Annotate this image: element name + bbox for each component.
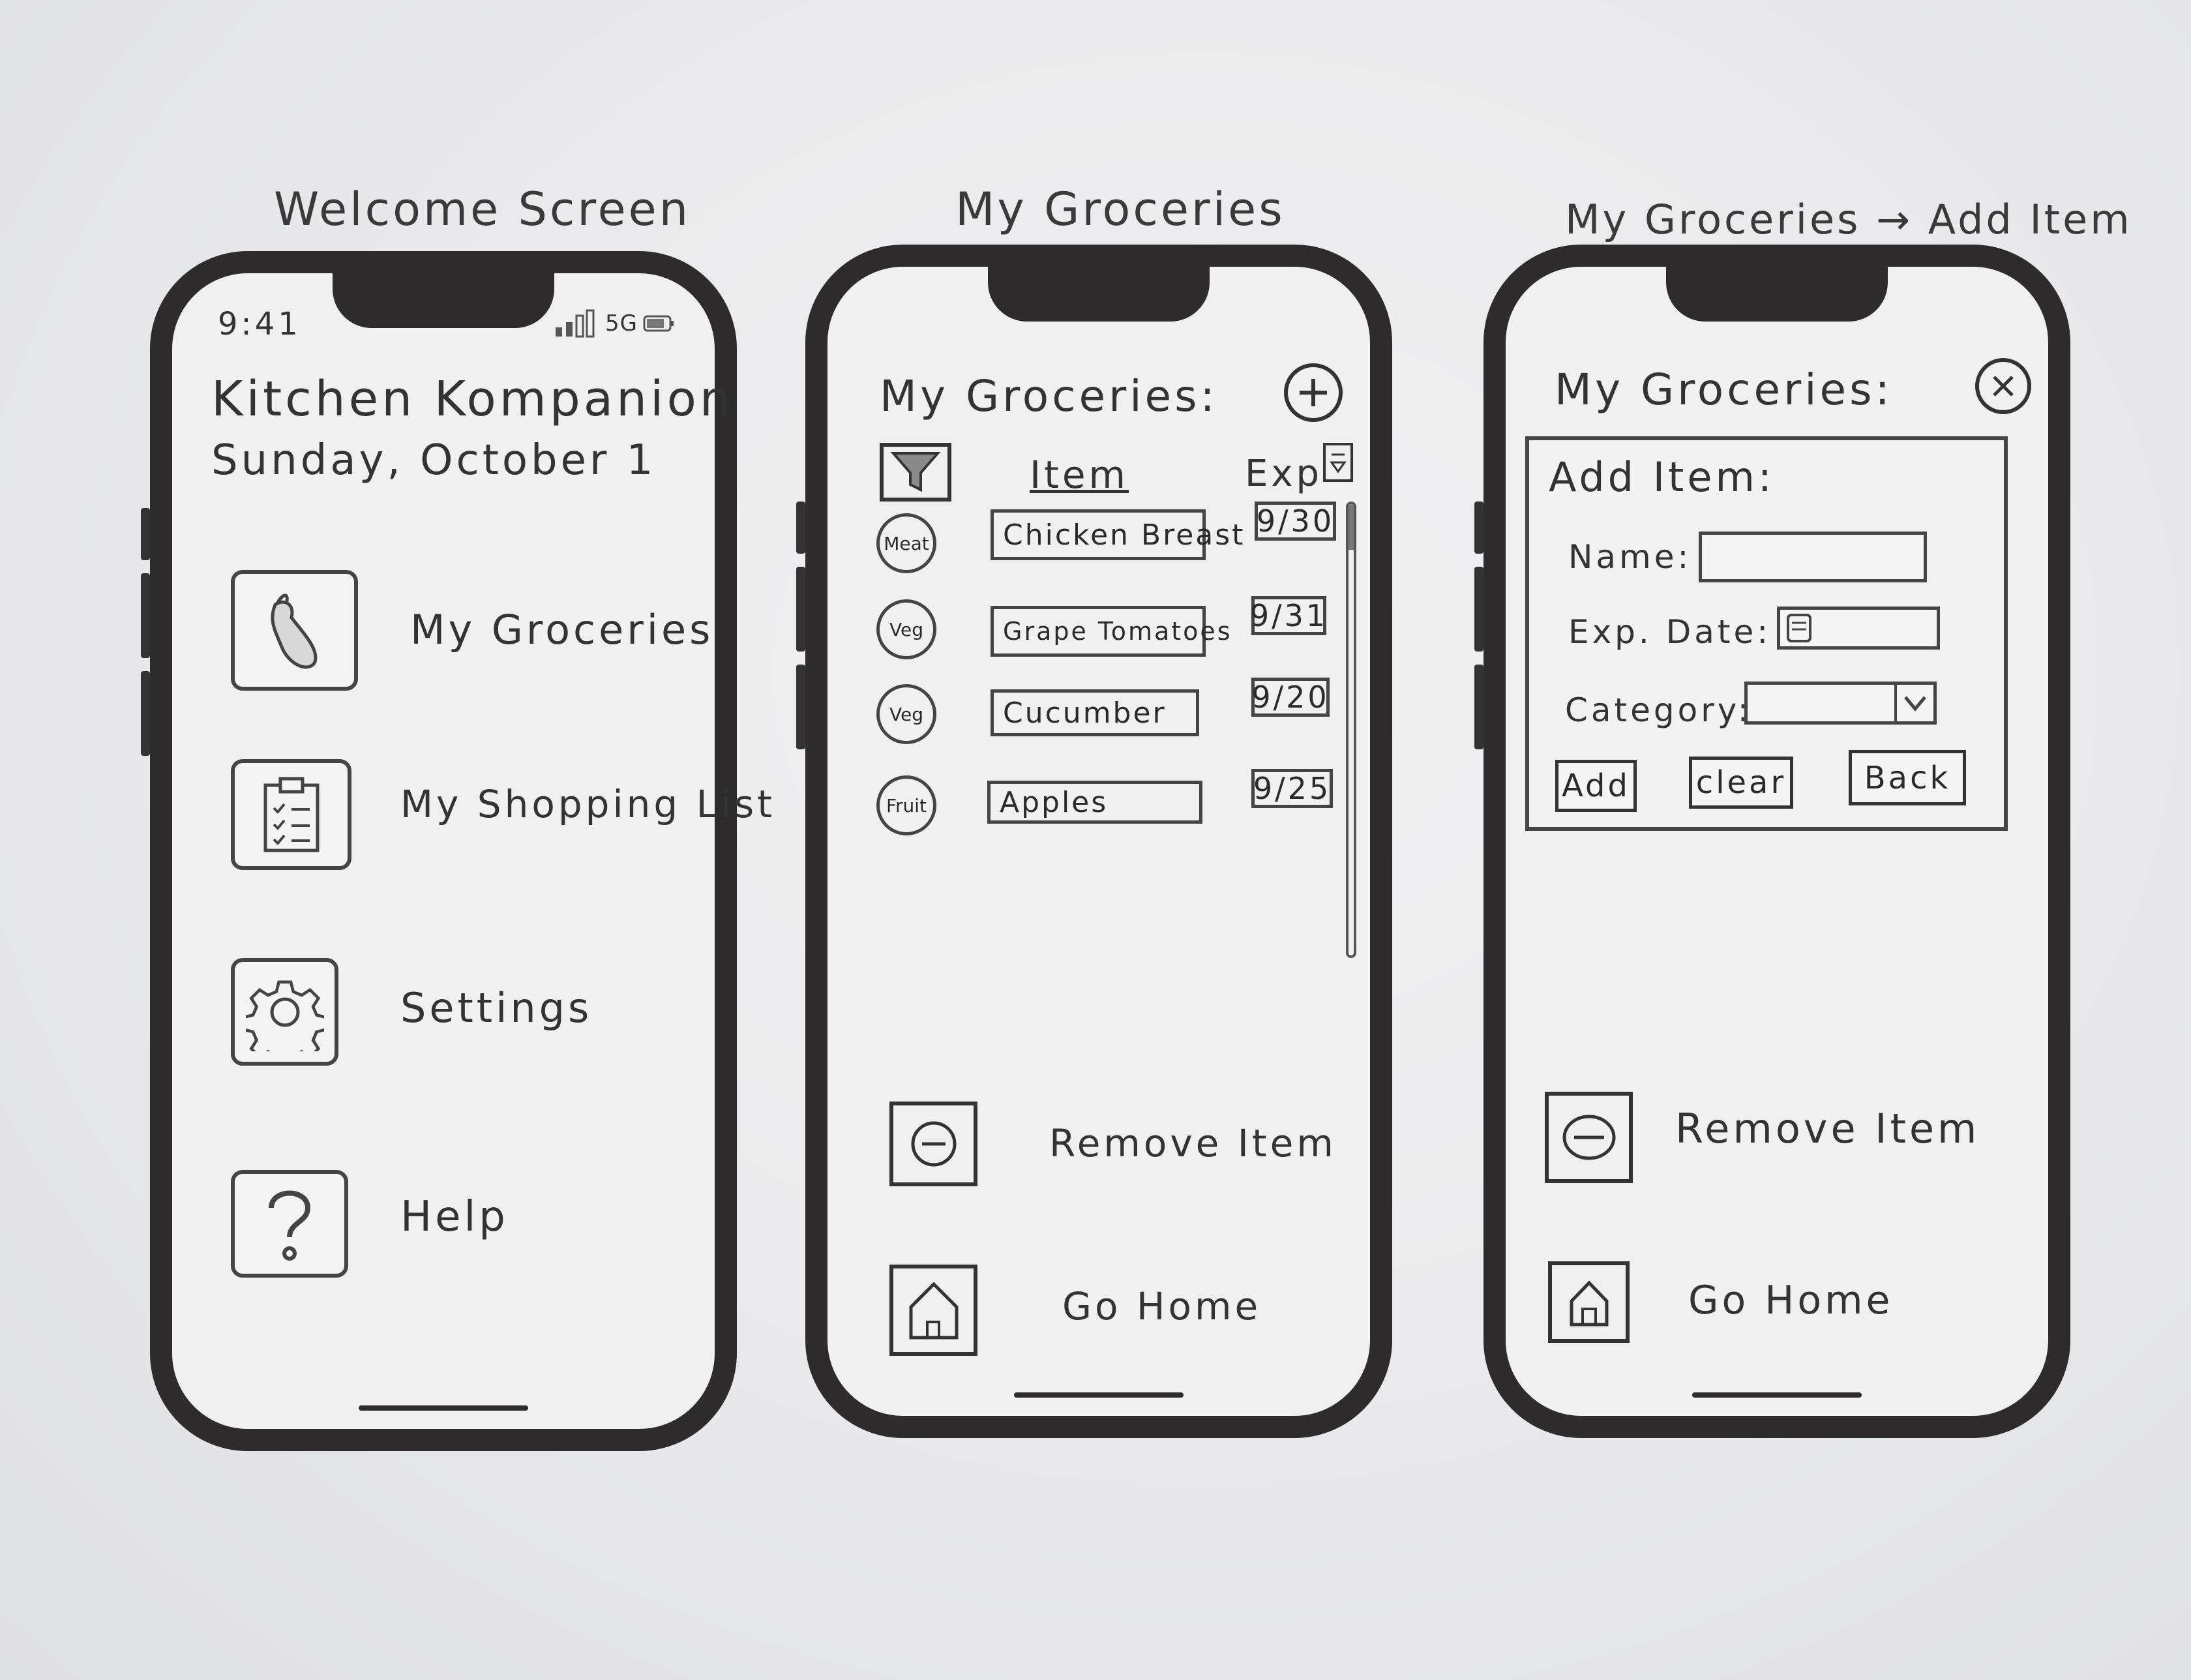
remove-item-button[interactable] (889, 1102, 977, 1186)
exp-date-label: Exp. Date: (1568, 613, 1772, 651)
my-groceries-button[interactable] (231, 570, 358, 691)
side-button (796, 502, 805, 554)
plus-icon (1300, 379, 1327, 406)
grocery-item-name[interactable]: Grape Tomatoes (991, 606, 1230, 657)
menu-label-shopping[interactable]: My Shopping List (400, 782, 775, 826)
remove-item-button[interactable] (1545, 1092, 1633, 1183)
app-title: Kitchen Kompanion (211, 371, 734, 427)
volume-up-button (141, 573, 150, 658)
eggplant-icon (270, 593, 317, 668)
home-indicator (359, 1405, 528, 1411)
minus-circle-icon (1562, 1115, 1615, 1160)
help-button[interactable] (231, 1170, 348, 1278)
dropdown-toggle[interactable] (1894, 685, 1933, 721)
scrollbar[interactable] (1346, 502, 1356, 958)
back-button[interactable]: Back (1849, 750, 1966, 805)
grocery-item-exp[interactable]: 9/20 (1251, 678, 1330, 717)
my-shopping-list-button[interactable] (231, 759, 351, 870)
question-icon (269, 1190, 311, 1261)
clipboard-icon (263, 777, 319, 852)
column-header-exp[interactable]: Exp (1245, 453, 1322, 495)
grocery-item-name[interactable]: Cucumber (991, 689, 1199, 736)
category-badge: Veg (876, 599, 936, 659)
phone-welcome: 9:41 5G Kitchen Kompanion Sunday, Octobe… (141, 251, 772, 1451)
menu-label-help[interactable]: Help (400, 1193, 509, 1241)
clear-button[interactable]: clear (1689, 757, 1793, 809)
house-icon (1570, 1280, 1608, 1326)
caption-welcome: Welcome Screen (274, 183, 691, 236)
exp-date-input[interactable] (1777, 607, 1940, 650)
status-time: 9:41 (218, 306, 301, 342)
status-icons: 5G (554, 309, 676, 338)
scrollbar-thumb[interactable] (1349, 504, 1354, 550)
grocery-item-exp[interactable]: 9/25 (1251, 769, 1333, 808)
notch (1666, 263, 1888, 322)
phone-groceries: My Groceries: Item Exp Meat Chicken Brea… (796, 245, 1392, 1438)
side-button (1474, 502, 1483, 554)
caption-groceries: My Groceries (955, 183, 1285, 236)
home-indicator (1014, 1392, 1184, 1398)
gear-icon (245, 980, 324, 1051)
close-icon (1993, 376, 2014, 397)
remove-item-label[interactable]: Remove Item (1675, 1105, 1980, 1152)
battery-icon (643, 315, 674, 332)
category-badge: Meat (876, 513, 936, 573)
volume-down-button (141, 671, 150, 756)
remove-item-label[interactable]: Remove Item (1049, 1121, 1337, 1165)
menu-label-settings[interactable]: Settings (400, 984, 592, 1032)
go-home-label[interactable]: Go Home (1062, 1284, 1261, 1328)
volume-up-button (1474, 567, 1483, 652)
add-button[interactable]: Add (1555, 760, 1637, 812)
signal-icon (556, 309, 595, 338)
filter-button[interactable] (880, 443, 951, 502)
sort-icon (1330, 453, 1347, 473)
category-badge: Fruit (876, 775, 936, 835)
network-label: 5G (605, 310, 638, 337)
phone-add-item: My Groceries: Add Item: Name: Exp. Date:… (1474, 245, 2070, 1438)
notch (333, 269, 554, 328)
side-button (141, 508, 150, 560)
settings-button[interactable] (231, 958, 338, 1066)
menu-label-groceries[interactable]: My Groceries (410, 606, 713, 653)
calendar-icon (1787, 614, 1811, 642)
groceries-title: My Groceries: (880, 371, 1218, 421)
add-item-button[interactable] (1284, 363, 1343, 422)
house-icon (909, 1282, 958, 1340)
volume-up-button (796, 567, 805, 652)
go-home-button[interactable] (889, 1265, 977, 1356)
home-indicator (1692, 1392, 1862, 1398)
go-home-button[interactable] (1548, 1261, 1630, 1343)
close-button[interactable] (1975, 358, 2031, 414)
minus-circle-icon (911, 1121, 956, 1167)
grocery-item-exp[interactable]: 9/31 (1250, 596, 1326, 635)
grocery-item-exp[interactable]: 9/30 (1255, 502, 1336, 541)
column-header-item[interactable]: Item (1030, 453, 1129, 497)
category-label: Category: (1565, 691, 1752, 729)
name-label: Name: (1568, 538, 1692, 576)
funnel-icon (890, 452, 941, 492)
go-home-label[interactable]: Go Home (1688, 1278, 1893, 1323)
add-item-dialog: Add Item: Name: Exp. Date: Category: Add… (1525, 436, 2008, 831)
category-badge: Veg (876, 684, 936, 744)
groceries-title: My Groceries: (1555, 365, 1893, 415)
category-select[interactable] (1744, 682, 1937, 725)
notch (988, 263, 1210, 322)
volume-down-button (796, 665, 805, 749)
caption-add-item: My Groceries → Add Item (1565, 196, 2132, 243)
volume-down-button (1474, 665, 1483, 749)
grocery-item-name[interactable]: Apples (987, 781, 1202, 824)
date-label: Sunday, October 1 (211, 436, 657, 485)
dialog-title: Add Item: (1549, 453, 1775, 501)
name-input[interactable] (1699, 532, 1927, 582)
chevron-down-icon (1904, 696, 1926, 712)
grocery-item-name[interactable]: Chicken Breast (991, 509, 1243, 560)
sort-button[interactable] (1323, 443, 1353, 482)
